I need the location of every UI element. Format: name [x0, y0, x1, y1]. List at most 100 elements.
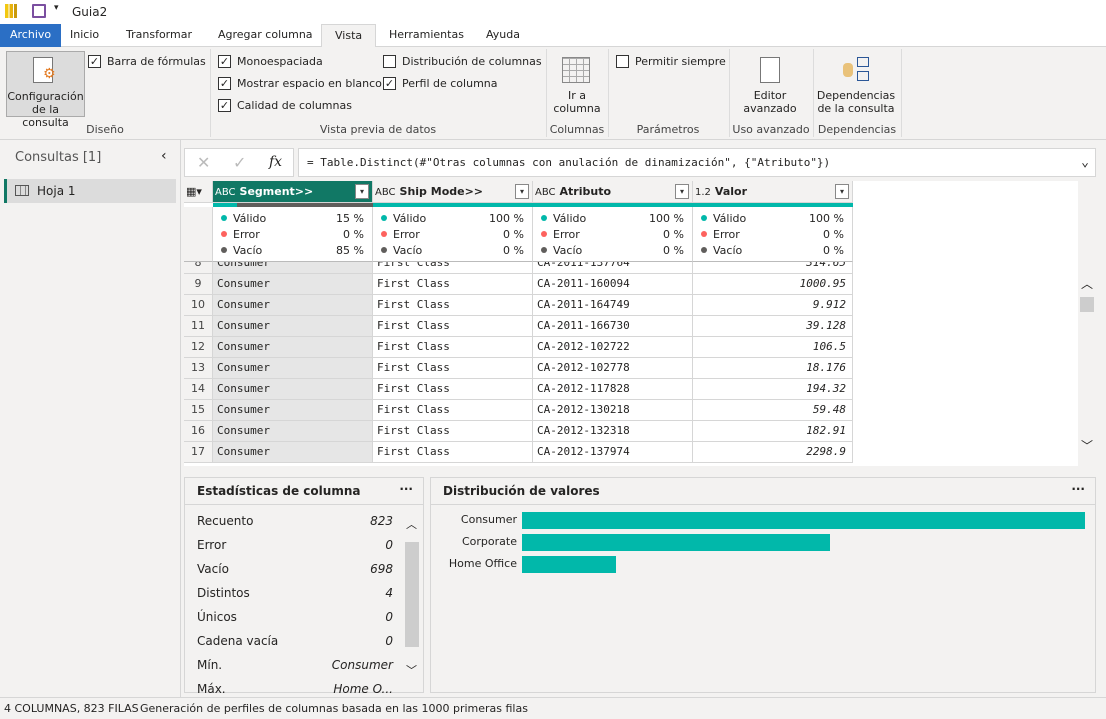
cell[interactable]: Consumer: [213, 274, 373, 295]
scroll-down-icon[interactable]: ﹀: [406, 662, 417, 678]
tab-archivo[interactable]: Archivo: [0, 24, 62, 47]
column-header-0[interactable]: ABC Segment>> ▾: [213, 181, 373, 203]
scroll-thumb[interactable]: [1080, 297, 1094, 312]
cell[interactable]: Consumer: [213, 421, 373, 442]
title-bar: ▾ Guia2: [0, 0, 1106, 24]
quality-empty: Vacío 0 %: [693, 242, 852, 258]
advanced-editor-button[interactable]: Editor avanzado: [736, 55, 804, 115]
cell[interactable]: CA-2012-117828: [533, 379, 693, 400]
column-quality-profile: Válido 100 % Error 0 % Vacío 0 %: [373, 207, 533, 262]
formula-bar-checkbox[interactable]: ✓ Barra de fórmulas: [88, 55, 206, 68]
quick-access-dropdown-icon[interactable]: ▾: [54, 3, 59, 13]
distribution-bar[interactable]: [522, 512, 1085, 529]
cell[interactable]: First Class: [373, 442, 533, 463]
cell[interactable]: 182.91: [693, 421, 853, 442]
cell[interactable]: 194.32: [693, 379, 853, 400]
query-item-hoja-1[interactable]: Hoja 1: [4, 179, 176, 203]
grid-vertical-scrollbar[interactable]: ︿ ﹀: [1078, 275, 1096, 455]
cell[interactable]: CA-2012-102778: [533, 358, 693, 379]
cell[interactable]: First Class: [373, 316, 533, 337]
filter-dropdown-icon[interactable]: ▾: [515, 184, 529, 199]
cell[interactable]: 9.912: [693, 295, 853, 316]
cell[interactable]: CA-2012-137974: [533, 442, 693, 463]
status-row-count: 4 COLUMNAS, 823 FILAS: [4, 702, 139, 715]
always-allow-checkbox[interactable]: Permitir siempre: [616, 55, 726, 68]
stat-row: Recuento 823: [197, 514, 393, 528]
tab-inicio[interactable]: Inicio: [60, 24, 109, 47]
monospace-checkbox[interactable]: ✓ Monoespaciada: [218, 55, 323, 68]
scroll-thumb[interactable]: [405, 542, 419, 647]
more-options-icon[interactable]: ···: [1071, 478, 1085, 500]
cell[interactable]: 2298.9: [693, 442, 853, 463]
cell[interactable]: CA-2012-102722: [533, 337, 693, 358]
column-quality-checkbox[interactable]: ✓ Calidad de columnas: [218, 99, 352, 112]
go-to-column-button[interactable]: Ir a columna: [548, 55, 606, 115]
cell[interactable]: CA-2011-164749: [533, 295, 693, 316]
column-header-2[interactable]: ABC Atributo ▾: [533, 181, 693, 203]
cell[interactable]: 1000.95: [693, 274, 853, 295]
distribution-bar[interactable]: [522, 556, 617, 573]
cell[interactable]: First Class: [373, 379, 533, 400]
filter-dropdown-icon[interactable]: ▾: [675, 184, 689, 199]
save-icon[interactable]: [32, 4, 46, 18]
cell[interactable]: CA-2011-166730: [533, 316, 693, 337]
cell[interactable]: Consumer: [213, 379, 373, 400]
row-number: 13: [184, 358, 213, 379]
scroll-down-icon[interactable]: ﹀: [1081, 437, 1093, 454]
distribution-bar[interactable]: [522, 534, 830, 551]
column-profile-checkbox[interactable]: ✓ Perfil de columna: [383, 77, 498, 90]
filter-dropdown-icon[interactable]: ▾: [835, 184, 849, 199]
tab-agregar-columna[interactable]: Agregar columna: [208, 24, 323, 47]
tab-ayuda[interactable]: Ayuda: [476, 24, 530, 47]
cell[interactable]: First Class: [373, 421, 533, 442]
scroll-up-icon[interactable]: ︿: [406, 516, 417, 532]
cancel-icon[interactable]: ✕: [197, 153, 210, 172]
cell[interactable]: First Class: [373, 295, 533, 316]
tab-vista[interactable]: Vista: [321, 24, 377, 48]
table-row: 17 Consumer First Class CA-2012-137974 2298.…: [184, 442, 854, 463]
row-number: 15: [184, 400, 213, 421]
cell[interactable]: CA-2012-132318: [533, 421, 693, 442]
cell[interactable]: First Class: [373, 358, 533, 379]
cell[interactable]: First Class: [373, 274, 533, 295]
type-icon[interactable]: ABC: [375, 187, 396, 198]
collapse-pane-icon[interactable]: ‹: [161, 148, 167, 164]
tab-herramientas[interactable]: Herramientas: [379, 24, 474, 47]
column-header-3[interactable]: 1.2 Valor ▾: [693, 181, 853, 203]
scroll-up-icon[interactable]: ︿: [1081, 275, 1093, 292]
query-settings-button[interactable]: ⚙ Configuración de la consulta: [6, 51, 85, 129]
type-icon[interactable]: 1.2: [695, 187, 711, 198]
stats-scrollbar[interactable]: ︿ ﹀: [404, 514, 420, 682]
cell[interactable]: 106.5: [693, 337, 853, 358]
query-dependencies-button[interactable]: Dependencias de la consulta: [815, 55, 897, 115]
type-icon[interactable]: ABC: [535, 187, 556, 198]
row-number: 16: [184, 421, 213, 442]
column-header-1[interactable]: ABC Ship Mode>> ▾: [373, 181, 533, 203]
cell[interactable]: Consumer: [213, 400, 373, 421]
cell[interactable]: Consumer: [213, 295, 373, 316]
expand-formula-icon[interactable]: ⌄: [1081, 149, 1089, 176]
filter-dropdown-icon[interactable]: ▾: [355, 184, 369, 199]
bar-label: Home Office: [448, 557, 517, 570]
column-distribution-checkbox[interactable]: Distribución de columnas: [383, 55, 542, 68]
cell[interactable]: First Class: [373, 400, 533, 421]
table-menu-button[interactable]: ▦▾: [184, 181, 213, 203]
cell[interactable]: 39.128: [693, 316, 853, 337]
tab-transformar[interactable]: Transformar: [116, 24, 202, 47]
cell[interactable]: Consumer: [213, 358, 373, 379]
cell[interactable]: Consumer: [213, 316, 373, 337]
cell[interactable]: Consumer: [213, 337, 373, 358]
table-row: 11 Consumer First Class CA-2011-166730 39.12…: [184, 316, 854, 337]
show-whitespace-checkbox[interactable]: ✓ Mostrar espacio en blanco: [218, 77, 382, 90]
type-icon[interactable]: ABC: [215, 187, 236, 198]
cell[interactable]: 59.48: [693, 400, 853, 421]
commit-icon[interactable]: ✓: [233, 153, 246, 172]
cell[interactable]: CA-2012-130218: [533, 400, 693, 421]
formula-input[interactable]: = Table.Distinct(#"Otras columnas con an…: [298, 148, 1096, 177]
fx-icon[interactable]: fx: [269, 154, 282, 170]
cell[interactable]: 18.176: [693, 358, 853, 379]
more-options-icon[interactable]: ···: [399, 478, 413, 500]
cell[interactable]: Consumer: [213, 442, 373, 463]
cell[interactable]: First Class: [373, 337, 533, 358]
cell[interactable]: CA-2011-160094: [533, 274, 693, 295]
